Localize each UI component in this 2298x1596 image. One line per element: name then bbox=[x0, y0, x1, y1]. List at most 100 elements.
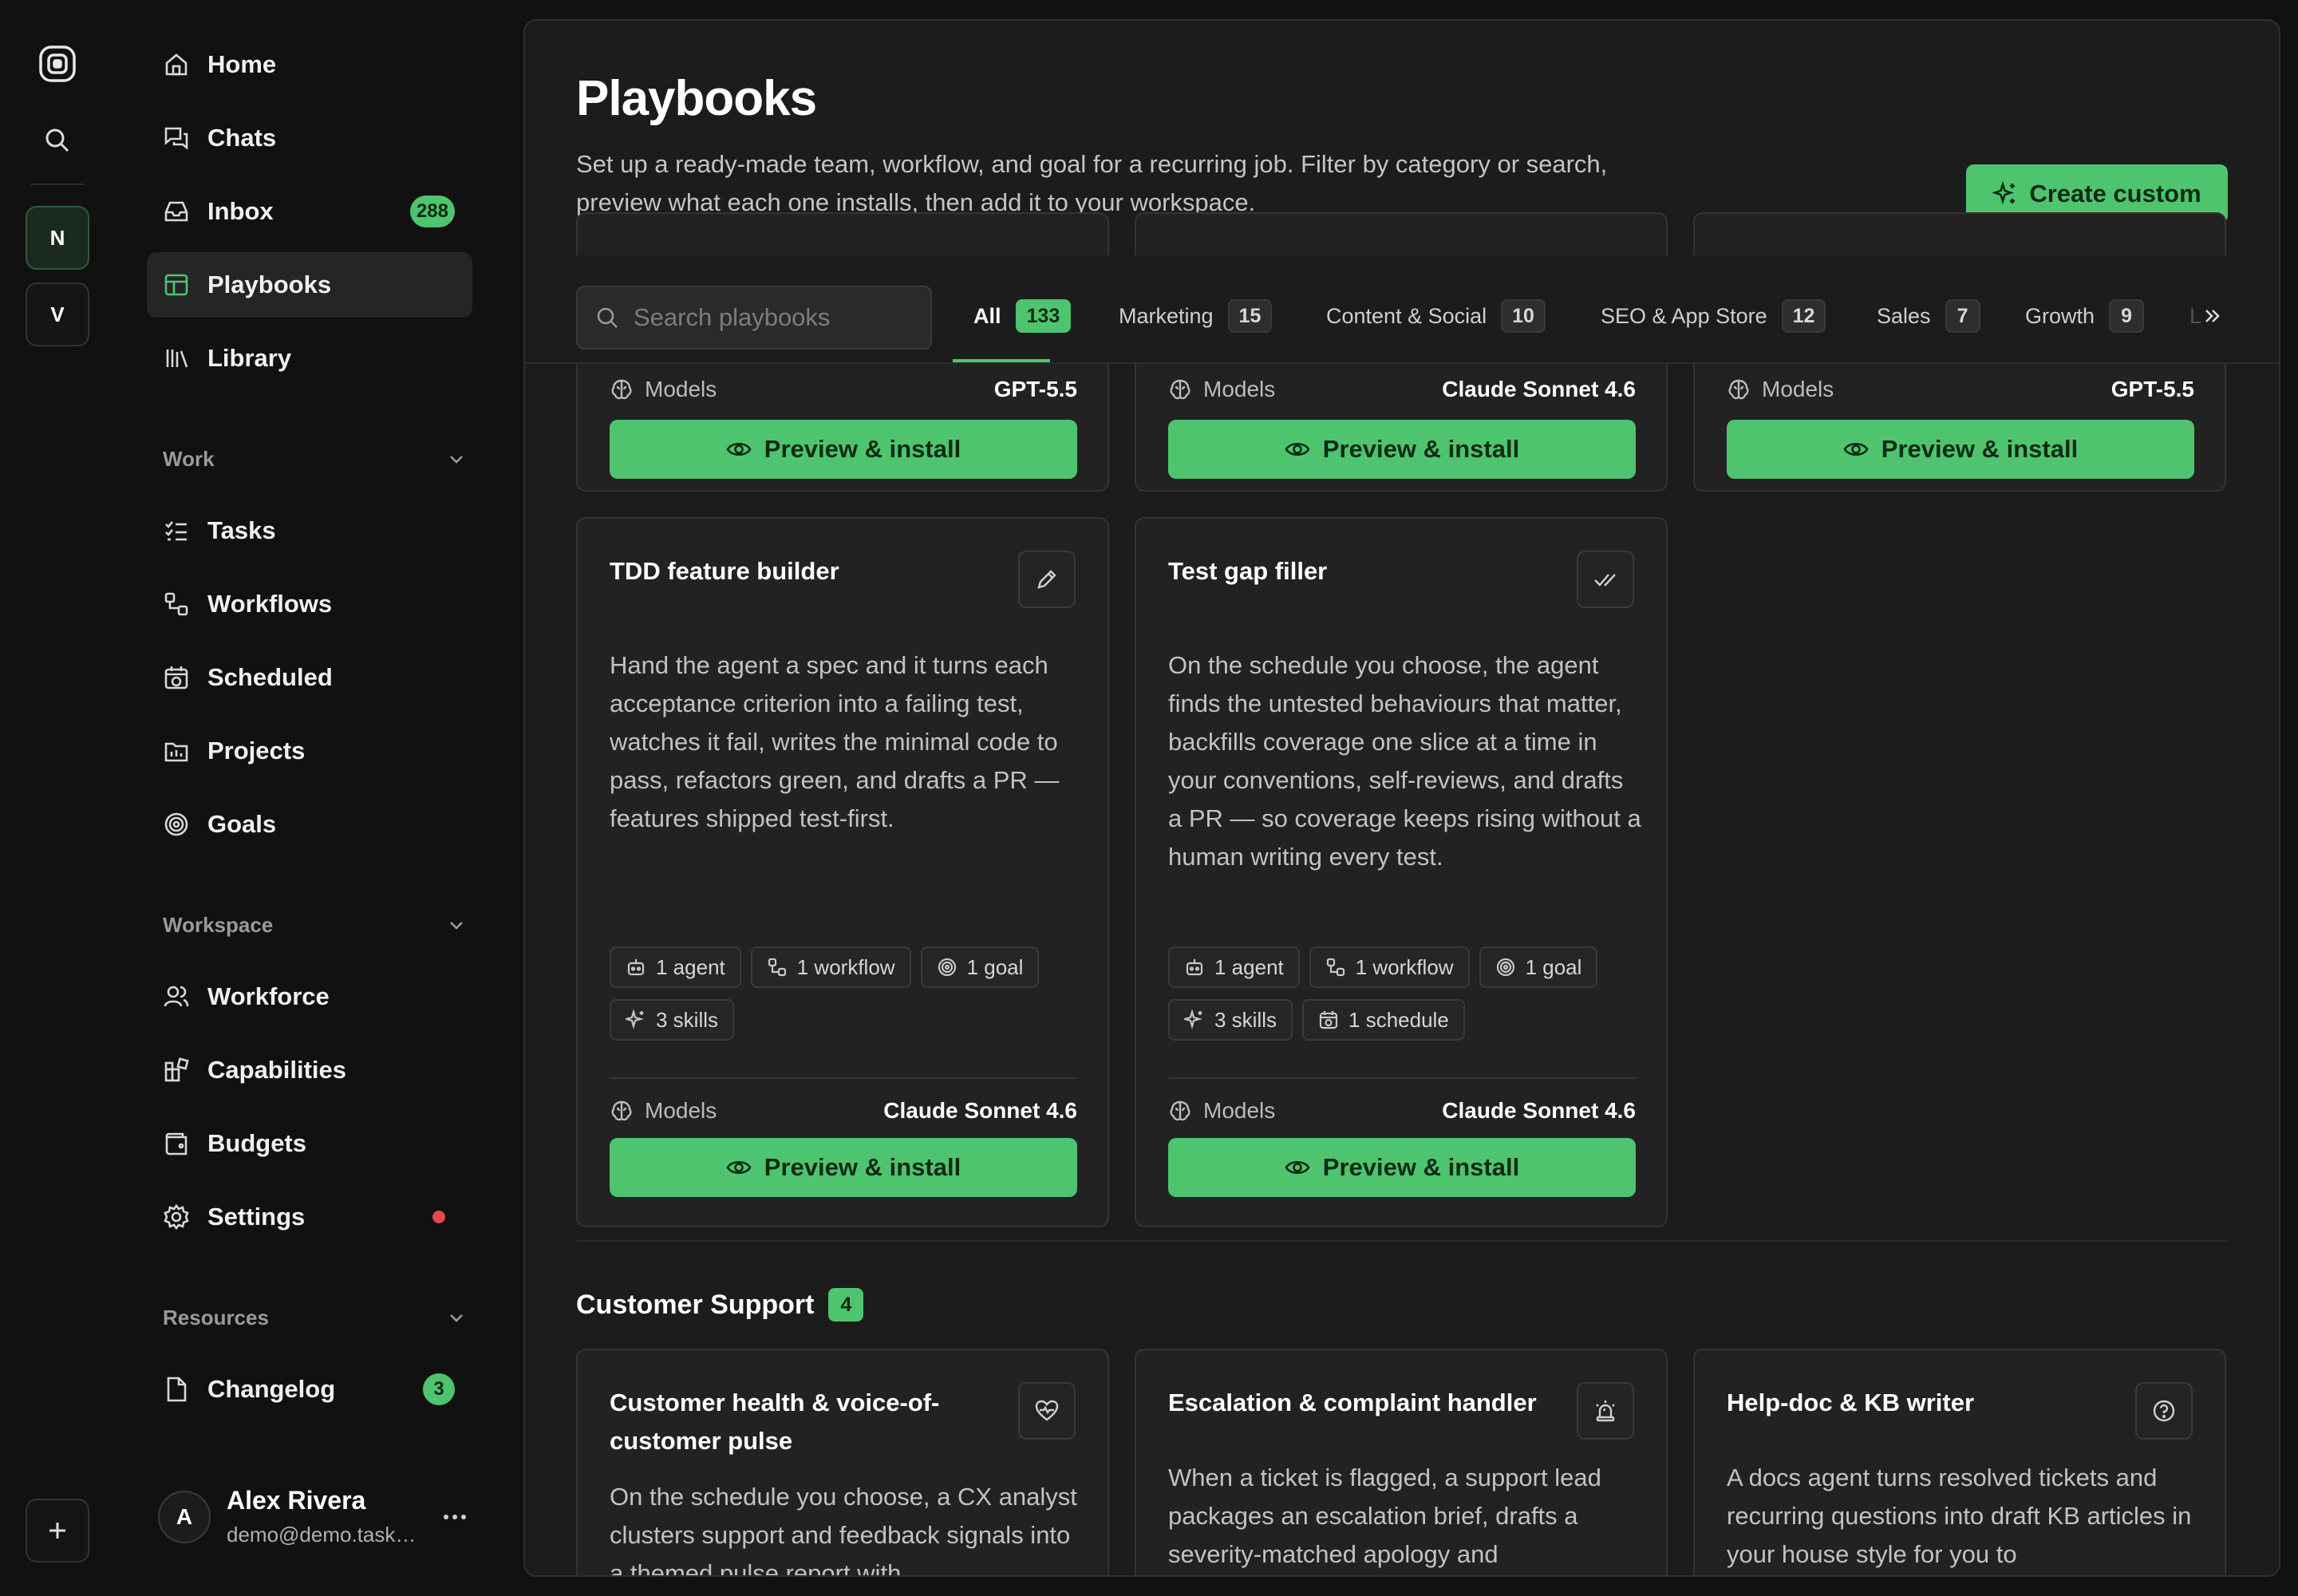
sidebar-item-scheduled[interactable]: Scheduled bbox=[147, 645, 472, 710]
preview-install-label: Preview & install bbox=[764, 435, 961, 463]
workspace-button-n[interactable]: N bbox=[26, 206, 89, 270]
tab-count: 7 bbox=[1945, 299, 1980, 333]
chip-workflow: 1 workflow bbox=[750, 946, 911, 988]
sidebar-item-workflows[interactable]: Workflows bbox=[147, 571, 472, 637]
tab-label: Growth bbox=[2025, 303, 2095, 328]
category-header-customer-support: Customer Support 4 bbox=[576, 1285, 864, 1325]
chip-goal: 1 goal bbox=[1479, 946, 1598, 988]
brain-icon bbox=[1728, 379, 1749, 400]
plus-icon bbox=[49, 1523, 65, 1539]
playbook-card-tdd-feature-builder: TDD feature builder Hand the agent a spe… bbox=[576, 517, 1109, 1227]
model-name: Claude Sonnet 4.6 bbox=[883, 1098, 1077, 1123]
card-title: Escalation & complaint handler bbox=[1168, 1389, 1537, 1416]
rail-divider bbox=[30, 184, 85, 185]
tabs-scroll-right[interactable]: L bbox=[2189, 298, 2237, 334]
models-label: Models bbox=[1203, 377, 1276, 401]
sidebar-item-label: Budgets bbox=[207, 1129, 306, 1157]
sidebar-item-label: Workflows bbox=[207, 590, 333, 618]
user-email: demo@demo.taskade.com bbox=[227, 1523, 418, 1547]
workspace-section-toggle[interactable]: Workspace bbox=[163, 909, 466, 941]
page-title: Playbooks bbox=[576, 71, 817, 126]
sidebar-item-label: Chats bbox=[207, 124, 277, 152]
models-row: Models Claude Sonnet 4.6 bbox=[1168, 1095, 1636, 1127]
sidebar: Home Chats Inbox 288 Playbooks Library W… bbox=[116, 0, 515, 1596]
inbox-count-badge: 288 bbox=[409, 196, 455, 227]
models-row: Models GPT-5.5 bbox=[610, 373, 1077, 405]
models-label: Models bbox=[1203, 1098, 1276, 1123]
goals-icon bbox=[164, 812, 188, 836]
brain-icon bbox=[611, 379, 632, 400]
eye-icon bbox=[1285, 1160, 1310, 1175]
sidebar-item-label: Tasks bbox=[207, 516, 276, 544]
tab-sales[interactable]: Sales 7 bbox=[1877, 294, 1980, 338]
sidebar-item-budgets[interactable]: Budgets bbox=[147, 1111, 472, 1176]
settings-alert-dot bbox=[432, 1211, 445, 1223]
card-title: Customer health & voice-of-customer puls… bbox=[610, 1389, 940, 1455]
preview-install-button[interactable]: Preview & install bbox=[1727, 420, 2194, 479]
sidebar-item-label: Playbooks bbox=[207, 271, 332, 298]
tab-marketing[interactable]: Marketing 15 bbox=[1119, 294, 1273, 338]
pencil-icon bbox=[1018, 551, 1076, 608]
card-description: When a ticket is flagged, a support lead… bbox=[1168, 1464, 1601, 1568]
sidebar-item-tasks[interactable]: Tasks bbox=[147, 498, 472, 563]
chip-schedule: 1 schedule bbox=[1302, 999, 1465, 1041]
preview-install-button[interactable]: Preview & install bbox=[1168, 420, 1636, 479]
budgets-icon bbox=[165, 1132, 188, 1156]
sidebar-item-playbooks[interactable]: Playbooks bbox=[147, 252, 472, 318]
preview-install-button[interactable]: Preview & install bbox=[610, 420, 1077, 479]
card-title: Test gap filler bbox=[1168, 557, 1328, 585]
category-count: 4 bbox=[828, 1288, 864, 1321]
chevron-down-icon bbox=[450, 456, 463, 464]
work-section-toggle[interactable]: Work bbox=[163, 443, 466, 475]
resources-section-toggle[interactable]: Resources bbox=[163, 1302, 466, 1333]
tab-count: 10 bbox=[1501, 299, 1546, 333]
app-logo-icon[interactable] bbox=[38, 44, 77, 84]
card-chips: 1 agent 1 workflow 1 goal 3 skills bbox=[610, 946, 1088, 1041]
user-profile[interactable]: A Alex Rivera demo@demo.taskade.com bbox=[158, 1481, 477, 1553]
sidebar-item-label: Scheduled bbox=[207, 663, 333, 691]
sidebar-item-workforce[interactable]: Workforce bbox=[147, 964, 472, 1029]
more-options-icon[interactable] bbox=[439, 1505, 471, 1529]
model-name: GPT-5.5 bbox=[2110, 377, 2194, 401]
sidebar-item-library[interactable]: Library bbox=[147, 326, 472, 391]
sidebar-item-home[interactable]: Home bbox=[147, 32, 472, 97]
preview-install-button[interactable]: Preview & install bbox=[610, 1138, 1077, 1197]
chip-agent: 1 agent bbox=[1168, 946, 1300, 988]
sidebar-item-settings[interactable]: Settings bbox=[147, 1184, 472, 1250]
eye-icon bbox=[1285, 442, 1310, 456]
tab-label: SEO & App Store bbox=[1601, 303, 1767, 328]
sidebar-item-changelog[interactable]: Changelog 3 bbox=[147, 1357, 472, 1422]
search-box[interactable] bbox=[576, 286, 932, 350]
preview-install-button[interactable]: Preview & install bbox=[1168, 1138, 1636, 1197]
sidebar-item-label: Home bbox=[207, 50, 277, 78]
sidebar-item-label: Workforce bbox=[207, 982, 330, 1010]
card-description: A docs agent turns resolved tickets and … bbox=[1727, 1464, 2192, 1568]
add-workspace-button[interactable] bbox=[26, 1499, 89, 1562]
search-icon[interactable] bbox=[43, 126, 72, 155]
sidebar-item-label: Library bbox=[207, 344, 292, 372]
chevron-down-icon bbox=[450, 922, 463, 930]
workspace-button-v[interactable]: V bbox=[26, 282, 89, 346]
card-divider bbox=[610, 1077, 1077, 1079]
preview-install-label: Preview & install bbox=[1322, 435, 1520, 463]
tab-all[interactable]: All 133 bbox=[973, 294, 1072, 338]
tab-seo-app-store[interactable]: SEO & App Store 12 bbox=[1601, 294, 1826, 338]
tab-count: 15 bbox=[1227, 299, 1273, 333]
card-description: On the schedule you choose, a CX analyst… bbox=[610, 1483, 1077, 1577]
capabilities-icon bbox=[164, 1057, 189, 1082]
playbook-card-customer-health: Customer health & voice-of-customer puls… bbox=[576, 1349, 1109, 1577]
sidebar-item-inbox[interactable]: Inbox 288 bbox=[147, 179, 472, 244]
tab-content-social[interactable]: Content & Social 10 bbox=[1326, 294, 1546, 338]
tab-growth[interactable]: Growth 9 bbox=[2025, 294, 2145, 338]
sidebar-item-label: Settings bbox=[207, 1203, 306, 1231]
model-name: GPT-5.5 bbox=[993, 377, 1077, 401]
section-label: Workspace bbox=[163, 912, 274, 937]
sidebar-item-chats[interactable]: Chats bbox=[147, 105, 472, 171]
sidebar-item-label: Inbox bbox=[207, 197, 274, 225]
sidebar-item-goals[interactable]: Goals bbox=[147, 792, 472, 857]
sidebar-item-projects[interactable]: Projects bbox=[147, 718, 472, 784]
sidebar-item-capabilities[interactable]: Capabilities bbox=[147, 1037, 472, 1103]
playbook-card-test-gap-filler: Test gap filler On the schedule you choo… bbox=[1135, 517, 1668, 1227]
search-input[interactable] bbox=[634, 303, 921, 332]
eye-icon bbox=[726, 1160, 752, 1175]
